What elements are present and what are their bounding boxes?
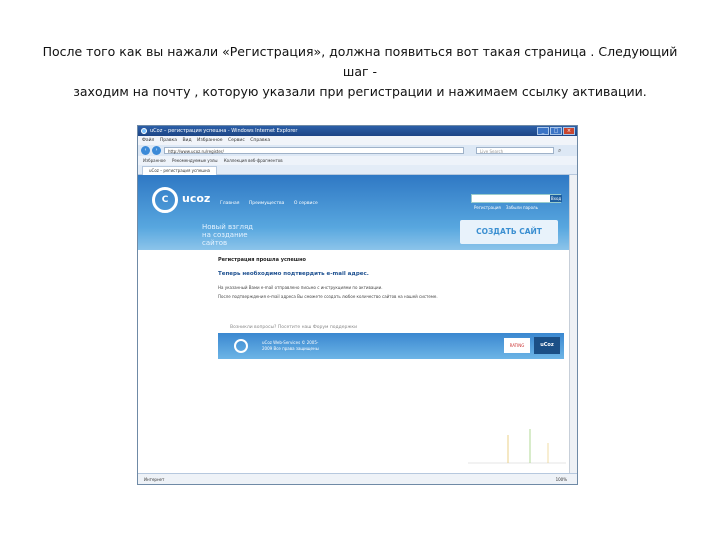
- minimize-button[interactable]: _: [537, 127, 549, 135]
- favorites-star[interactable]: Избранное: [143, 158, 166, 163]
- nav-home[interactable]: Главная: [220, 201, 239, 206]
- main-content: Регистрация прошла успешно Теперь необхо…: [218, 257, 558, 299]
- footer-logo-icon: [234, 339, 248, 353]
- ucoz-logo-icon[interactable]: C: [152, 187, 178, 213]
- logo-text[interactable]: ucoz: [182, 192, 210, 205]
- favorites-webslices[interactable]: Коллекция веб-фрагментов: [224, 158, 283, 163]
- menu-help[interactable]: Справка: [250, 138, 270, 143]
- status-bar: Интернет 100%: [138, 473, 577, 484]
- window-titlebar: uCoz – регистрация успешна - Windows Int…: [138, 126, 577, 136]
- register-link[interactable]: Регистрация: [474, 205, 501, 210]
- page-viewport: C ucoz Главная Преимущества О сервисе Вх…: [138, 175, 569, 473]
- zoom-level[interactable]: 100%: [556, 474, 567, 484]
- next-step-text: Теперь необходимо подтвердить e-mail адр…: [218, 271, 369, 277]
- close-button[interactable]: ×: [563, 127, 575, 135]
- maximize-button[interactable]: □: [550, 127, 562, 135]
- status-text: Интернет: [144, 477, 165, 482]
- info-text-2: После подтверждения e-mail адреса Вы смо…: [218, 294, 438, 299]
- search-icon[interactable]: ⌕: [558, 147, 565, 154]
- caption-line-1: После того как вы нажали «Регистрация», …: [42, 44, 678, 79]
- caption-text: После того как вы нажали «Регистрация», …: [30, 42, 690, 102]
- nav-about[interactable]: О сервисе: [294, 201, 318, 206]
- decorative-graph: [468, 429, 566, 464]
- favorites-suggested[interactable]: Рекомендуемые узлы: [172, 158, 218, 163]
- caption-line-2: заходим на почту , которую указали при р…: [73, 84, 647, 99]
- tab-bar: uCoz – регистрация успешна: [138, 165, 577, 175]
- create-site-button[interactable]: СОЗДАТЬ САЙТ: [460, 220, 558, 244]
- window-controls: _ □ ×: [537, 127, 575, 135]
- rating-badge[interactable]: RATING: [504, 338, 530, 353]
- tab-current[interactable]: uCoz – регистрация успешна: [142, 166, 218, 175]
- window-title: uCoz – регистрация успешна - Windows Int…: [150, 128, 298, 134]
- forgot-password-link[interactable]: Забыли пароль: [506, 205, 538, 210]
- menu-file[interactable]: Файл: [142, 138, 154, 143]
- footer-text: uCoz Web-Services © 2005-2009 Все права …: [262, 340, 319, 351]
- success-title: Регистрация прошла успешно: [218, 257, 306, 263]
- menu-bar: Файл Правка Вид Избранное Сервис Справка: [138, 136, 577, 145]
- browser-screenshot: uCoz – регистрация успешна - Windows Int…: [137, 125, 578, 485]
- search-input[interactable]: Live Search: [476, 147, 554, 154]
- address-input[interactable]: http://www.ucoz.ru/register/: [164, 147, 464, 154]
- menu-view[interactable]: Вид: [182, 138, 191, 143]
- nav-features[interactable]: Преимущества: [249, 201, 285, 206]
- vertical-scrollbar[interactable]: [569, 175, 577, 473]
- back-button[interactable]: ‹: [141, 146, 150, 155]
- menu-tools[interactable]: Сервис: [228, 138, 245, 143]
- browser-icon: [141, 128, 147, 134]
- register-links: Регистрация Забыли пароль: [474, 205, 538, 210]
- support-notice[interactable]: Возникли вопросы? Посетите наш Форум под…: [230, 325, 357, 330]
- menu-edit[interactable]: Правка: [160, 138, 177, 143]
- tagline: Новый взгляд на создание сайтов: [202, 223, 254, 247]
- site-header: C ucoz Главная Преимущества О сервисе Вх…: [138, 175, 569, 250]
- site-nav: Главная Преимущества О сервисе: [220, 201, 326, 206]
- login-input[interactable]: [471, 194, 561, 203]
- login-button[interactable]: Вход: [550, 195, 562, 202]
- site-footer: uCoz Web-Services © 2005-2009 Все права …: [218, 333, 564, 359]
- info-text-1: На указанный Вами e-mail отправлено пись…: [218, 285, 383, 290]
- ucoz-badge[interactable]: uCoz: [534, 337, 560, 354]
- menu-favorites[interactable]: Избранное: [197, 138, 223, 143]
- forward-button[interactable]: ›: [152, 146, 161, 155]
